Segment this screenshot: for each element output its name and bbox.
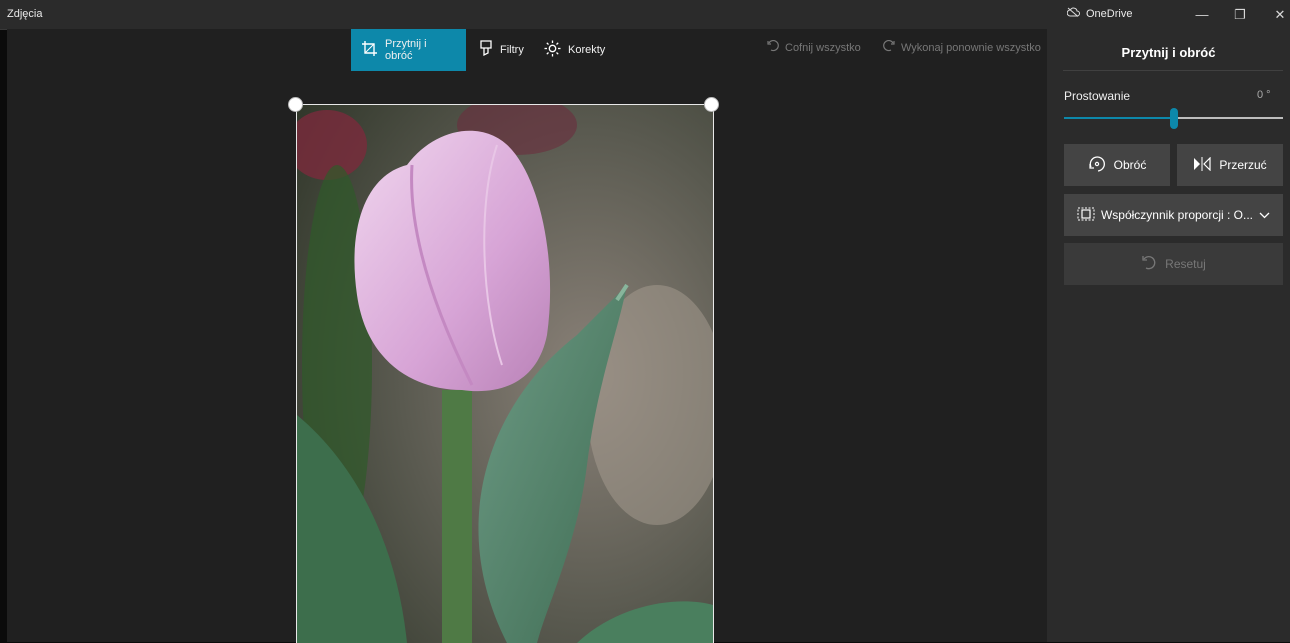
undo-all-button[interactable]: Cofnij wszystko: [767, 39, 861, 55]
straighten-slider-fill: [1064, 117, 1174, 119]
flip-label: Przerzuć: [1219, 158, 1267, 172]
rotate-button[interactable]: Obróć: [1064, 144, 1170, 186]
chevron-down-icon: [1259, 208, 1270, 222]
straighten-value: 0 °: [1257, 89, 1271, 101]
minimize-button[interactable]: —: [1182, 0, 1222, 29]
rotate-icon: [1088, 155, 1106, 176]
restore-button[interactable]: ❐: [1220, 0, 1260, 29]
title-bar: Zdjęcia OneDrive — ❐ ✕: [0, 0, 1290, 30]
flip-icon: [1193, 156, 1211, 174]
straighten-slider[interactable]: [1064, 108, 1283, 129]
straighten-label: Prostowanie: [1064, 89, 1131, 103]
crop-handle-top-right[interactable]: [704, 97, 719, 112]
reset-button[interactable]: Resetuj: [1064, 243, 1283, 285]
undo-all-label: Cofnij wszystko: [785, 41, 861, 54]
undo-icon: [1141, 255, 1157, 274]
app-title: Zdjęcia: [7, 8, 43, 20]
tab-crop-rotate-label: Przytnij i obróć: [385, 38, 427, 62]
undo-icon: [767, 39, 779, 55]
onedrive-label: OneDrive: [1086, 7, 1133, 20]
crop-handle-top-left[interactable]: [288, 97, 303, 112]
redo-all-button[interactable]: Wykonaj ponownie wszystko: [883, 39, 1041, 55]
photo-preview[interactable]: [296, 104, 714, 643]
aspect-ratio-dropdown[interactable]: Współczynnik proporcji : O...: [1064, 194, 1283, 236]
tab-adjustments-label: Korekty: [568, 44, 606, 56]
aspect-ratio-label: Współczynnik proporcji : O...: [1100, 208, 1254, 222]
redo-icon: [883, 39, 895, 55]
reset-label: Resetuj: [1165, 257, 1206, 271]
cloud-off-icon: [1066, 7, 1080, 20]
brightness-icon: [544, 40, 561, 60]
close-button[interactable]: ✕: [1260, 0, 1290, 29]
aspect-ratio-icon: [1077, 207, 1095, 224]
tulip-photo: [297, 105, 713, 643]
panel-title: Przytnij i obróć: [1121, 45, 1216, 60]
tab-filters-label: Filtry: [500, 44, 524, 56]
redo-all-label: Wykonaj ponownie wszystko: [901, 41, 1041, 54]
onedrive-status[interactable]: OneDrive: [1066, 7, 1133, 20]
panel-divider: [1063, 70, 1283, 71]
tab-crop-rotate[interactable]: Przytnij i obróć: [351, 29, 466, 71]
rotate-label: Obróć: [1113, 158, 1147, 172]
flip-button[interactable]: Przerzuć: [1177, 144, 1283, 186]
crop-panel: Przytnij i obróć Prostowanie 0 ° Obróć P…: [1047, 29, 1290, 642]
filter-icon: [479, 40, 493, 60]
crop-icon: [361, 40, 378, 60]
tab-filters[interactable]: Filtry: [469, 29, 534, 71]
straighten-slider-thumb[interactable]: [1170, 108, 1178, 129]
tab-adjustments[interactable]: Korekty: [534, 29, 615, 71]
